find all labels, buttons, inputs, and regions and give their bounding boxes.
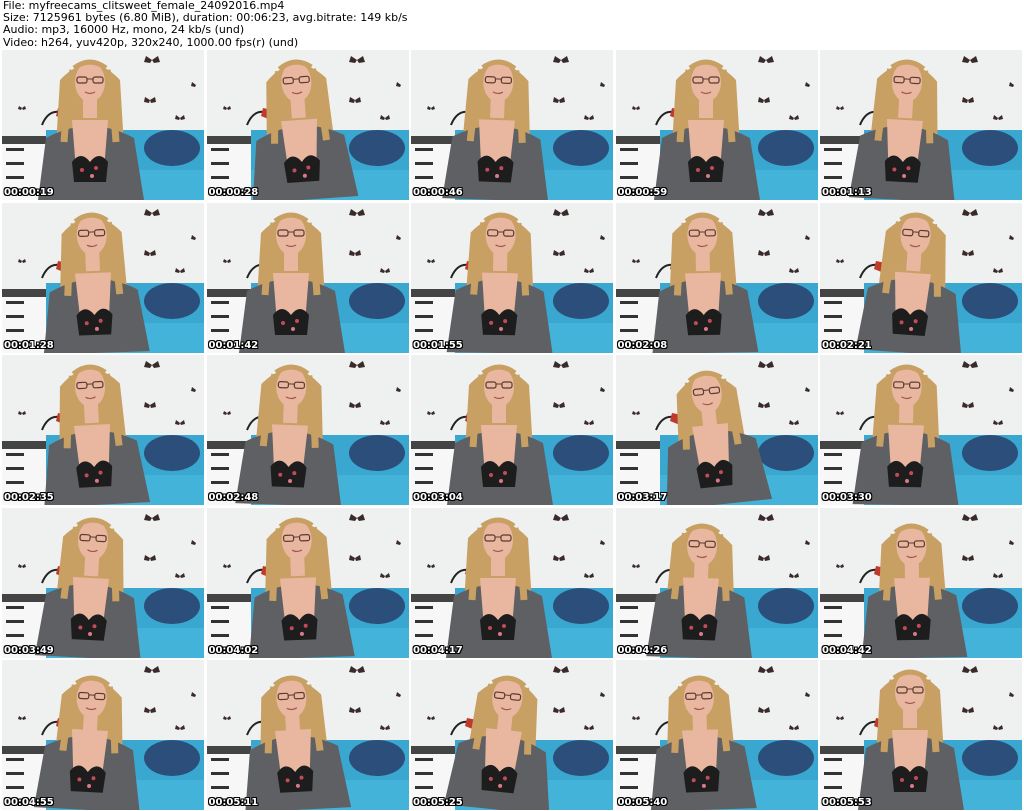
webcam-frame-icon (411, 507, 613, 658)
frame-timestamp: 00:03:17 (617, 492, 668, 503)
webcam-frame-icon (411, 660, 613, 810)
webcam-frame-icon (615, 50, 818, 200)
frame-timestamp: 00:00:28 (208, 187, 259, 198)
frame-timestamp: 00:00:59 (617, 187, 668, 198)
thumbnail-frame: 00:00:28 (206, 50, 409, 200)
audio-info-line: Audio: mp3, 16000 Hz, mono, 24 kb/s (und… (3, 23, 245, 37)
thumbnail-frame: 00:03:04 (411, 355, 613, 505)
frame-timestamp: 00:04:55 (4, 797, 54, 808)
webcam-frame-icon (615, 507, 818, 658)
frame-timestamp: 00:01:42 (208, 339, 259, 351)
webcam-frame-icon (206, 507, 409, 658)
webcam-frame-icon (820, 355, 1022, 505)
frame-timestamp: 00:05:40 (617, 797, 668, 808)
frame-timestamp: 00:01:55 (413, 339, 463, 351)
webcam-frame-icon (2, 507, 204, 658)
thumbnail-grid: 00:00:19 00:00:28 00:00:46 00:00:59 00:01:13… (2, 50, 1022, 810)
webcam-frame-icon (411, 202, 613, 353)
frame-timestamp: 00:05:53 (822, 797, 872, 808)
thumbnail-frame: 00:01:28 (2, 202, 204, 353)
webcam-frame-icon (206, 660, 409, 810)
frame-timestamp: 00:04:17 (413, 644, 463, 656)
frame-timestamp: 00:04:02 (208, 644, 259, 656)
contact-sheet: File: myfreecams_clitsweet_female_240920… (0, 0, 1024, 811)
thumbnail-frame: 00:04:55 (2, 660, 204, 810)
file-info-header: File: myfreecams_clitsweet_female_240920… (3, 0, 1018, 50)
thumbnail-frame: 00:03:49 (2, 507, 204, 658)
thumbnail-frame: 00:05:53 (820, 660, 1022, 810)
webcam-frame-icon (820, 507, 1022, 658)
thumbnail-frame: 00:04:02 (206, 507, 409, 658)
frame-timestamp: 00:02:35 (4, 492, 54, 503)
thumbnail-frame: 00:05:25 (411, 660, 613, 810)
frame-timestamp: 00:05:11 (208, 797, 259, 808)
frame-timestamp: 00:00:46 (413, 187, 463, 198)
webcam-frame-icon (820, 50, 1022, 200)
frame-timestamp: 00:03:30 (822, 492, 872, 503)
webcam-frame-icon (615, 202, 818, 353)
frame-timestamp: 00:05:25 (413, 797, 463, 808)
frame-timestamp: 00:04:42 (822, 644, 872, 656)
webcam-frame-icon (2, 202, 204, 353)
thumbnail-frame: 00:01:13 (820, 50, 1022, 200)
webcam-frame-icon (820, 202, 1022, 353)
frame-timestamp: 00:03:04 (413, 492, 463, 503)
thumbnail-frame: 00:03:30 (820, 355, 1022, 505)
webcam-frame-icon (615, 355, 818, 505)
frame-timestamp: 00:04:26 (617, 644, 668, 656)
frame-timestamp: 00:01:28 (4, 339, 54, 351)
video-info-line: Video: h264, yuv420p, 320x240, 1000.00 f… (3, 35, 299, 49)
frame-timestamp: 00:03:49 (4, 644, 54, 656)
frame-timestamp: 00:02:08 (617, 339, 668, 351)
thumbnail-frame: 00:02:08 (615, 202, 818, 353)
thumbnail-frame: 00:01:55 (411, 202, 613, 353)
thumbnail-frame: 00:00:59 (615, 50, 818, 200)
thumbnail-frame: 00:02:48 (206, 355, 409, 505)
thumbnail-frame: 00:02:35 (2, 355, 204, 505)
webcam-frame-icon (206, 50, 409, 200)
webcam-frame-icon (411, 355, 613, 505)
thumbnail-frame: 00:00:46 (411, 50, 613, 200)
thumbnail-frame: 00:02:21 (820, 202, 1022, 353)
frame-timestamp: 00:00:19 (4, 187, 54, 198)
frame-timestamp: 00:01:13 (822, 187, 872, 198)
thumbnail-frame: 00:05:40 (615, 660, 818, 810)
webcam-frame-icon (206, 202, 409, 353)
thumbnail-frame: 00:04:17 (411, 507, 613, 658)
thumbnail-frame: 00:04:26 (615, 507, 818, 658)
frame-timestamp: 00:02:48 (208, 492, 259, 503)
webcam-frame-icon (2, 50, 204, 200)
webcam-frame-icon (206, 355, 409, 505)
frame-timestamp: 00:02:21 (822, 339, 872, 351)
webcam-frame-icon (2, 660, 204, 810)
thumbnail-frame: 00:00:19 (2, 50, 204, 200)
webcam-frame-icon (615, 660, 818, 810)
webcam-frame-icon (2, 355, 204, 505)
webcam-frame-icon (820, 660, 1022, 810)
webcam-frame-icon (411, 50, 613, 200)
thumbnail-frame: 00:01:42 (206, 202, 409, 353)
thumbnail-frame: 00:04:42 (820, 507, 1022, 658)
thumbnail-frame: 00:03:17 (615, 355, 818, 505)
thumbnail-frame: 00:05:11 (206, 660, 409, 810)
